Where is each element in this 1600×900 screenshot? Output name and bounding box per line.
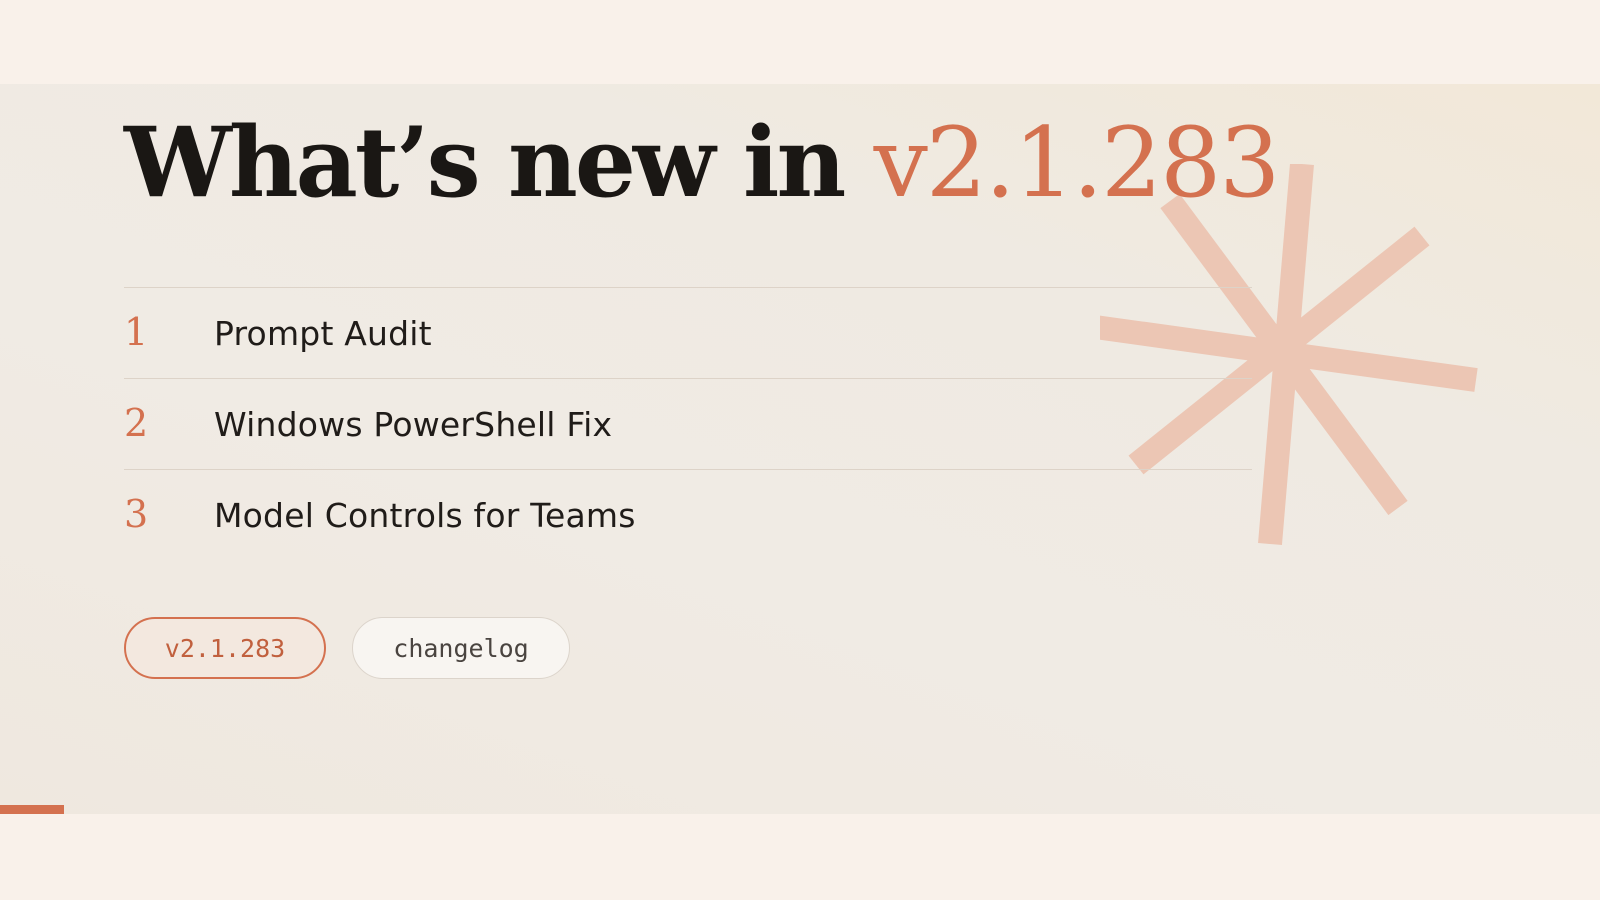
list-item: 1 Prompt Audit (124, 287, 1252, 378)
item-label: Model Controls for Teams (214, 495, 636, 535)
title-version: v2.1.283 (873, 107, 1281, 219)
feature-list: 1 Prompt Audit 2 Windows PowerShell Fix … (124, 287, 1252, 560)
title-prefix: What’s new in (124, 106, 874, 219)
version-tag: v2.1.283 (124, 617, 326, 679)
item-number: 2 (124, 401, 149, 445)
item-label: Windows PowerShell Fix (214, 404, 613, 444)
item-number: 1 (124, 310, 149, 354)
item-number: 3 (124, 492, 149, 536)
release-notes-slide: What’s new in v2.1.283 1 Prompt Audit 2 … (0, 0, 1600, 900)
tag-pills: v2.1.283 changelog (124, 617, 570, 679)
item-label: Prompt Audit (214, 313, 432, 353)
progress-accent-bar (0, 805, 64, 814)
content-band: What’s new in v2.1.283 1 Prompt Audit 2 … (0, 84, 1600, 814)
list-item: 3 Model Controls for Teams (124, 469, 1252, 560)
list-item: 2 Windows PowerShell Fix (124, 378, 1252, 469)
page-title: What’s new in v2.1.283 (124, 106, 1281, 219)
changelog-tag[interactable]: changelog (352, 617, 570, 679)
